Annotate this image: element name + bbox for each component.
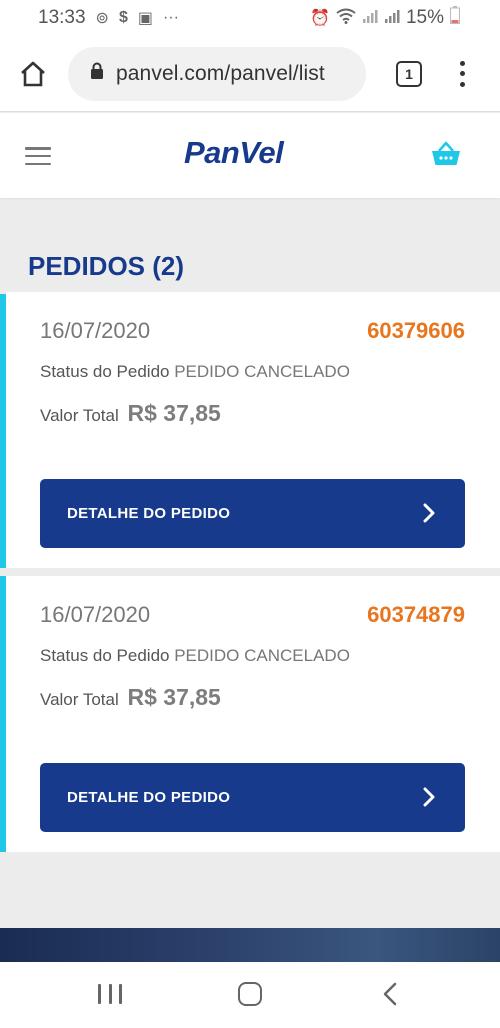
order-total: Valor Total R$ 37,85 xyxy=(40,684,221,711)
battery-icon xyxy=(450,6,460,30)
site-header: PanVel xyxy=(0,113,500,198)
nav-back-icon[interactable] xyxy=(382,981,398,1012)
order-detail-button[interactable]: DETALHE DO PEDIDO xyxy=(40,479,465,548)
order-status: Status do Pedido PEDIDO CANCELADO xyxy=(40,646,350,666)
nav-recents-icon[interactable] xyxy=(98,984,122,1004)
tab-switcher-icon[interactable]: 1 xyxy=(396,60,422,87)
total-value: R$ 37,85 xyxy=(127,684,221,710)
shopping-basket-icon[interactable] xyxy=(430,138,462,175)
status-value: PEDIDO CANCELADO xyxy=(174,362,350,381)
more-notifications-icon: ··· xyxy=(162,9,179,26)
order-detail-button[interactable]: DETALHE DO PEDIDO xyxy=(40,763,465,832)
status-label: Status do Pedido xyxy=(40,646,170,665)
browser-toolbar: panvel.com/panvel/list 1 xyxy=(0,36,500,112)
status-time: 13:33 xyxy=(38,7,86,28)
promo-banner[interactable] xyxy=(0,928,500,962)
system-nav-bar xyxy=(0,962,500,1028)
status-bar: 13:33 ⊚ $ ▣ ··· ⏰ 15% xyxy=(0,0,500,36)
chevron-right-icon xyxy=(423,503,435,527)
panvel-logo[interactable]: PanVel xyxy=(184,135,284,171)
battery-percent: 15% xyxy=(405,7,444,28)
total-label: Valor Total xyxy=(40,406,119,425)
hamburger-menu-icon[interactable] xyxy=(25,147,51,165)
wifi-icon xyxy=(336,8,356,29)
order-card: 16/07/2020 60374879 Status do Pedido PED… xyxy=(0,576,500,852)
address-bar[interactable]: panvel.com/panvel/list xyxy=(68,46,366,101)
lock-icon xyxy=(90,62,104,85)
dollar-icon: $ xyxy=(118,9,128,26)
order-date: 16/07/2020 xyxy=(40,318,151,343)
total-label: Valor Total xyxy=(40,690,119,709)
order-number: 60374879 xyxy=(367,602,465,627)
order-detail-button-label: DETALHE DO PEDIDO xyxy=(67,789,231,806)
signal-icon xyxy=(362,8,378,29)
total-value: R$ 37,85 xyxy=(127,400,221,426)
chevron-right-icon xyxy=(423,787,435,811)
status-label: Status do Pedido xyxy=(40,362,170,381)
url-text: panvel.com/panvel/list xyxy=(116,61,325,85)
home-icon[interactable] xyxy=(18,59,48,89)
more-vert-icon[interactable] xyxy=(458,60,466,87)
nav-home-icon[interactable] xyxy=(238,982,262,1006)
order-status: Status do Pedido PEDIDO CANCELADO xyxy=(40,362,350,382)
card-accent xyxy=(0,294,6,568)
order-detail-button-label: DETALHE DO PEDIDO xyxy=(67,505,231,522)
signal-icon-2 xyxy=(384,8,400,29)
order-number: 60379606 xyxy=(367,318,465,343)
alarm-icon: ⏰ xyxy=(310,10,330,27)
order-card: 16/07/2020 60379606 Status do Pedido PED… xyxy=(0,292,500,568)
image-icon: ▣ xyxy=(137,10,153,27)
page-title: PEDIDOS (2) xyxy=(28,251,185,281)
order-total: Valor Total R$ 37,85 xyxy=(40,400,221,427)
order-date: 16/07/2020 xyxy=(40,602,151,627)
card-accent xyxy=(0,576,6,852)
status-value: PEDIDO CANCELADO xyxy=(174,646,350,665)
sync-icon: ⊚ xyxy=(95,10,109,27)
